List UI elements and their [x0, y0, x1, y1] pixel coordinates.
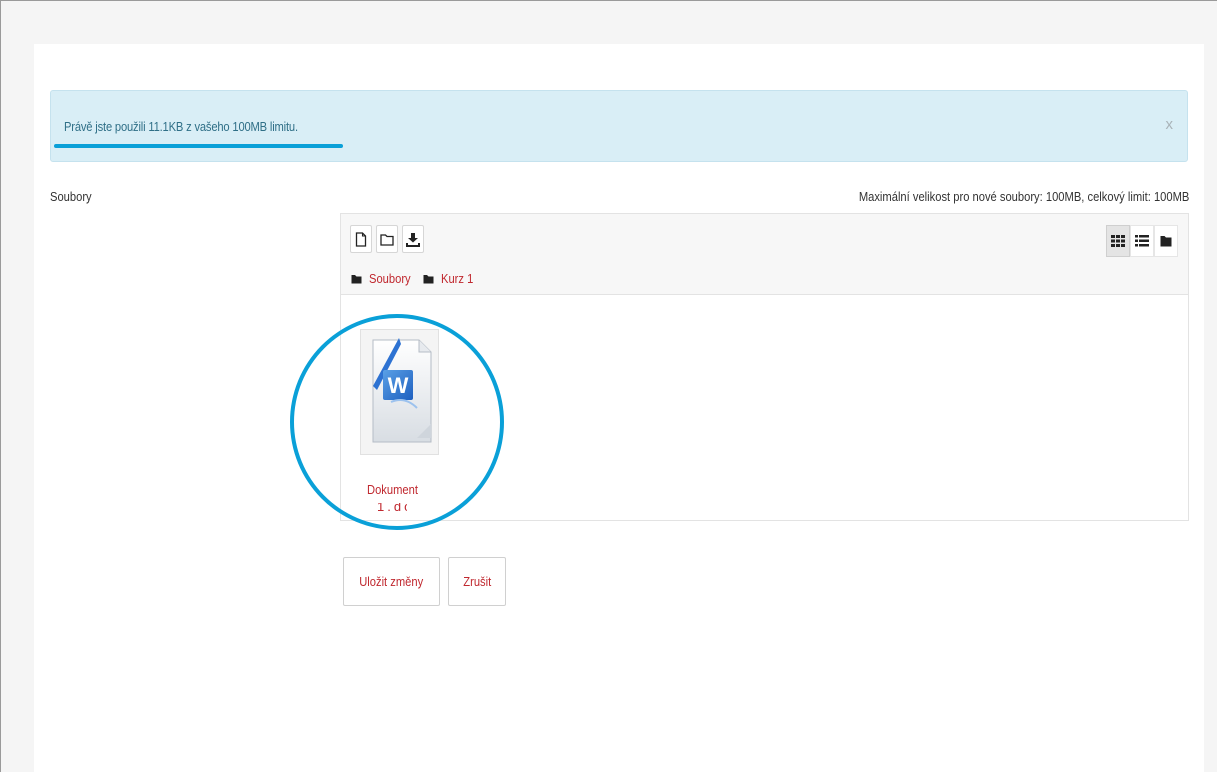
list-view-button[interactable]	[1130, 225, 1154, 257]
file-manager: Soubory Kurz 1 W Dokument 1.d	[340, 213, 1189, 521]
file-manager-toolbar: Soubory Kurz 1	[341, 214, 1188, 295]
word-document-icon: W	[372, 338, 432, 443]
max-size-info: Maximální velikost pro nové soubory: 100…	[858, 189, 1189, 204]
new-folder-icon	[380, 233, 394, 246]
file-thumbnail[interactable]: W	[360, 329, 439, 455]
usage-alert-message: Právě jste použili 11.1KB z vašeho 100MB…	[64, 119, 298, 134]
files-field-label: Soubory	[50, 189, 92, 204]
grid-view-button[interactable]	[1106, 225, 1130, 257]
usage-alert: Právě jste použili 11.1KB z vašeho 100MB…	[50, 90, 1188, 162]
folder-icon	[423, 274, 434, 283]
grid-view-icon	[1111, 235, 1125, 247]
close-icon[interactable]: x	[1166, 116, 1174, 133]
tree-view-button[interactable]	[1154, 225, 1178, 257]
breadcrumb: Soubory Kurz 1	[351, 271, 479, 286]
file-name[interactable]: Dokument	[367, 482, 418, 497]
file-name-overflow: 1.docx	[377, 503, 407, 511]
breadcrumb-item-kurz-1[interactable]: Kurz 1	[441, 271, 473, 286]
list-view-icon	[1135, 235, 1149, 247]
cancel-button[interactable]: Zrušit	[448, 557, 506, 606]
save-changes-label: Uložit změny	[359, 574, 424, 589]
download-icon	[406, 232, 420, 247]
download-button[interactable]	[402, 225, 424, 253]
svg-text:W: W	[388, 373, 409, 398]
breadcrumb-item-soubory[interactable]: Soubory	[369, 271, 411, 286]
folder-view-icon	[1160, 236, 1172, 247]
new-file-icon	[355, 231, 367, 247]
save-changes-button[interactable]: Uložit změny	[343, 557, 440, 606]
add-file-button[interactable]	[350, 225, 372, 253]
folder-icon	[351, 274, 362, 283]
cancel-label: Zrušit	[463, 574, 491, 589]
highlight-underline	[54, 144, 343, 148]
create-folder-button[interactable]	[376, 225, 398, 253]
